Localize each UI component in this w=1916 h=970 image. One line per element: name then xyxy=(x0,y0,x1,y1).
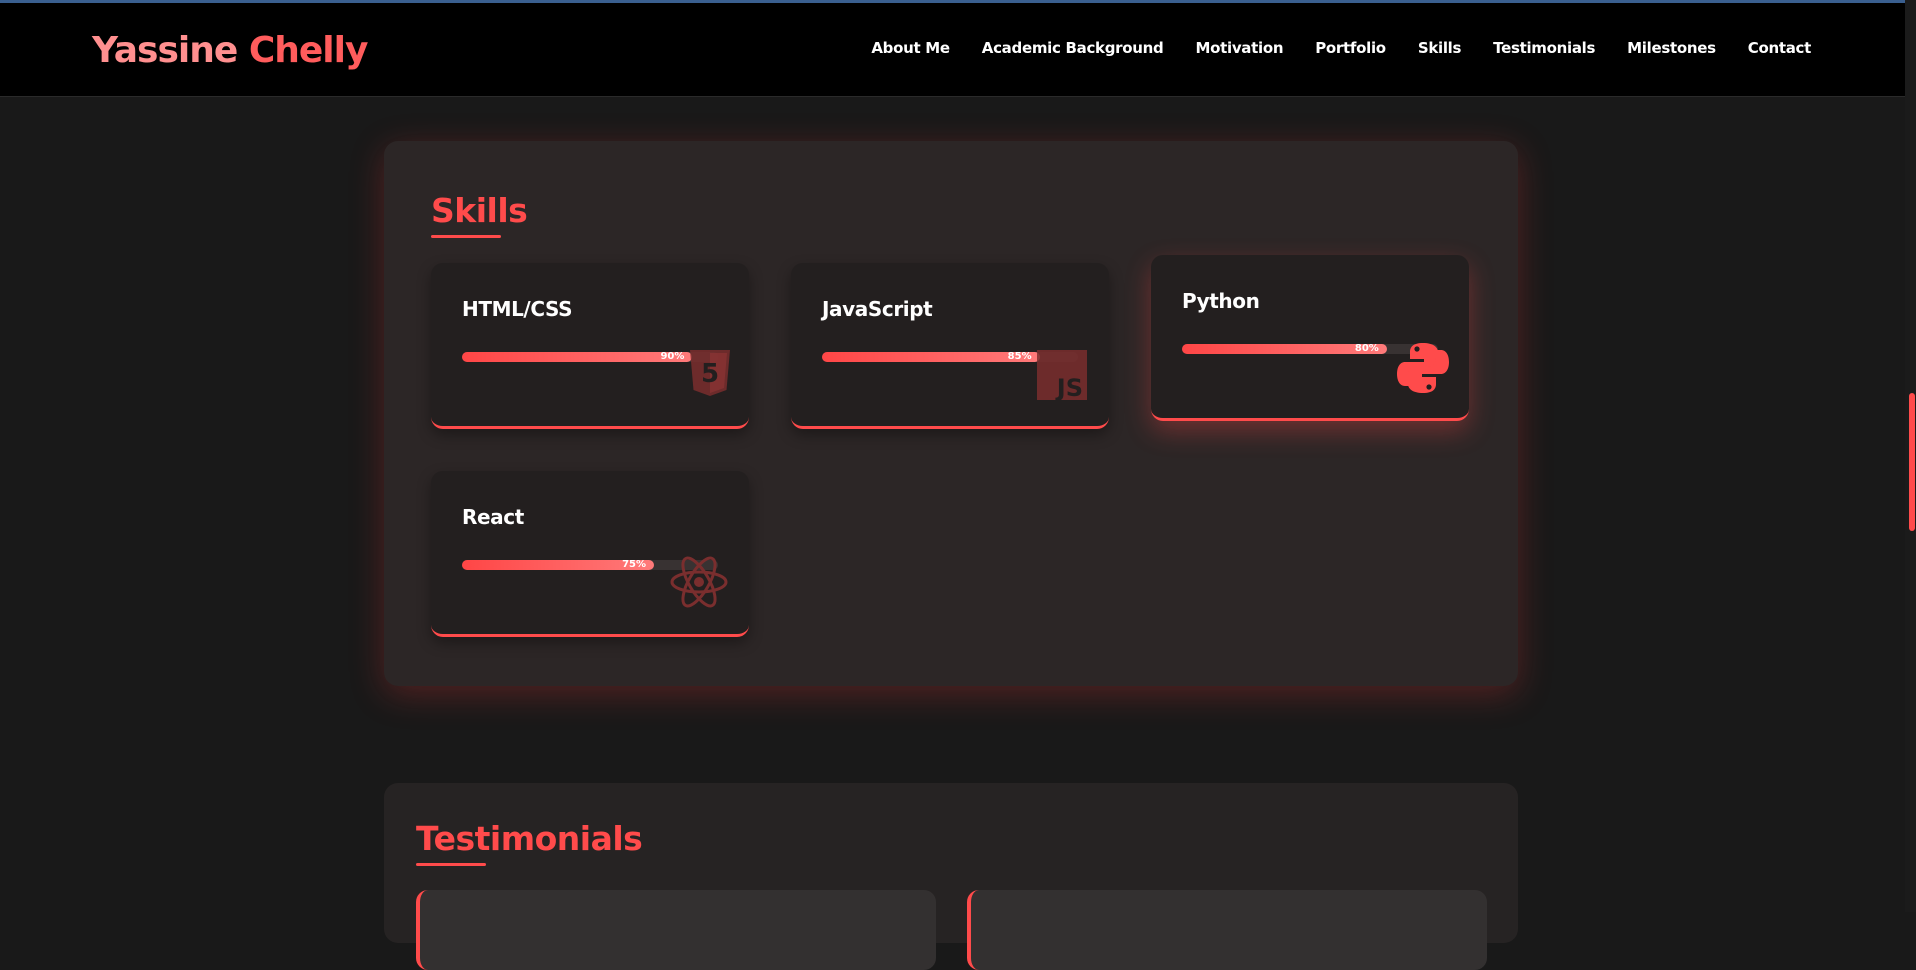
skill-card-html-css[interactable]: HTML/CSS 90% 5 xyxy=(431,263,749,429)
html5-icon: 5 xyxy=(690,350,730,396)
skill-progress-bar: 90% xyxy=(462,351,718,362)
python-icon xyxy=(1397,343,1449,393)
section-title-testimonials: Testimonials xyxy=(416,819,643,858)
page-scrollbar[interactable] xyxy=(1905,0,1916,912)
brand-last-name: Chelly xyxy=(248,30,369,71)
skill-progress-fill: 85% xyxy=(822,351,1040,362)
testimonial-card xyxy=(416,890,936,970)
skill-percent-label: 85% xyxy=(1007,351,1032,362)
svg-text:JS: JS xyxy=(1055,374,1083,400)
main-nav: About Me Academic Background Motivation … xyxy=(871,39,1811,57)
testimonial-card xyxy=(967,890,1487,970)
skill-name: JavaScript xyxy=(822,297,933,321)
nav-link-contact[interactable]: Contact xyxy=(1748,39,1812,57)
skill-progress-fill: 80% xyxy=(1182,343,1387,354)
skill-name: HTML/CSS xyxy=(462,297,573,321)
skill-percent-label: 80% xyxy=(1354,343,1379,354)
skill-percent-label: 75% xyxy=(622,559,646,570)
title-underline xyxy=(416,863,486,866)
title-underline xyxy=(431,235,501,238)
section-title-skills: Skills xyxy=(431,191,528,230)
skills-section: Skills HTML/CSS 90% 5 JavaScript 85% JS … xyxy=(384,141,1518,686)
nav-link-skills[interactable]: Skills xyxy=(1418,39,1462,57)
skill-name: Python xyxy=(1182,289,1260,313)
scrollbar-thumb[interactable] xyxy=(1909,393,1915,531)
nav-link-testimonials[interactable]: Testimonials xyxy=(1493,39,1595,57)
react-icon xyxy=(670,556,728,608)
skill-card-python[interactable]: Python 80% xyxy=(1151,255,1469,421)
skill-percent-label: 90% xyxy=(660,351,685,362)
site-logo[interactable]: Yassine Chelly xyxy=(92,28,369,74)
nav-link-academic-background[interactable]: Academic Background xyxy=(982,39,1164,57)
skill-progress-fill: 90% xyxy=(462,351,693,362)
nav-link-motivation[interactable]: Motivation xyxy=(1195,39,1283,57)
brand-first-name: Yassine xyxy=(92,30,238,71)
nav-link-milestones[interactable]: Milestones xyxy=(1627,39,1716,57)
skill-progress-fill: 75% xyxy=(462,559,654,570)
nav-link-about-me[interactable]: About Me xyxy=(871,39,950,57)
testimonials-section: Testimonials xyxy=(384,783,1518,970)
skill-name: React xyxy=(462,505,524,529)
nav-link-portfolio[interactable]: Portfolio xyxy=(1315,39,1386,57)
navbar: Yassine Chelly About Me Academic Backgro… xyxy=(0,3,1905,97)
javascript-icon: JS xyxy=(1037,350,1087,400)
skill-card-react[interactable]: React 75% xyxy=(431,471,749,637)
svg-text:5: 5 xyxy=(701,359,719,389)
skill-card-javascript[interactable]: JavaScript 85% JS xyxy=(791,263,1109,429)
